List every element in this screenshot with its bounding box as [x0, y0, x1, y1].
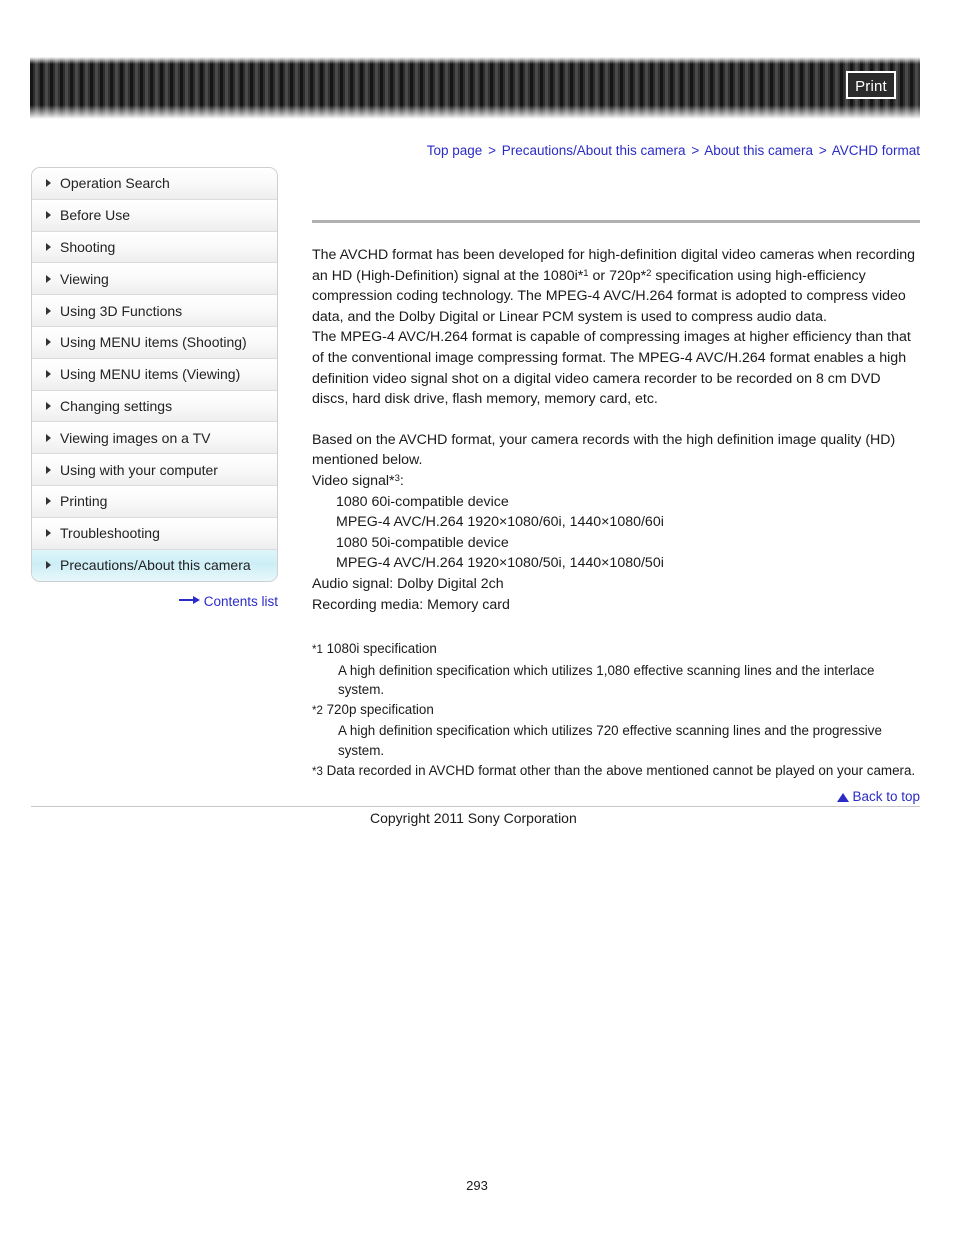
- sidebar-item-changing-settings[interactable]: Changing settings: [32, 390, 277, 423]
- sidebar-item-label: Printing: [60, 493, 108, 510]
- footnote-1-marker: *1: [312, 644, 323, 657]
- spec-line-1080-60i-device: 1080 60i-compatible device: [336, 493, 509, 510]
- triangle-right-icon: [46, 211, 51, 220]
- sidebar-item-label: Operation Search: [60, 175, 170, 192]
- triangle-right-icon: [46, 561, 51, 570]
- footnote-2-heading: *2 720p specification: [312, 700, 920, 722]
- triangle-right-icon: [46, 306, 51, 315]
- breadcrumb-item-top-page[interactable]: Top page: [427, 143, 483, 158]
- triangle-right-icon: [46, 179, 51, 188]
- recording-quality-paragraph: Based on the AVCHD format, your camera r…: [312, 431, 896, 469]
- content-top-divider: [312, 220, 920, 223]
- breadcrumb-item-about-this-camera[interactable]: About this camera: [704, 143, 813, 158]
- spec-line-mpeg4-60i: MPEG-4 AVC/H.264 1920×1080/60i, 1440×108…: [336, 514, 664, 531]
- footnote-2: *2 720p specification A high definition …: [312, 700, 920, 761]
- contents-list-link[interactable]: Contents list: [204, 594, 278, 609]
- main-content: The AVCHD format has been developed for …: [312, 220, 920, 782]
- triangle-right-icon: [46, 242, 51, 251]
- sidebar-item-label: Troubleshooting: [60, 525, 160, 542]
- sidebar-item-label: Precautions/About this camera: [60, 557, 251, 574]
- recording-media-line: Recording media: Memory card: [312, 596, 510, 613]
- footnote-3-title: Data recorded in AVCHD format other than…: [326, 762, 916, 778]
- sidebar-item-label: Using 3D Functions: [60, 302, 183, 319]
- triangle-right-icon: [46, 497, 51, 506]
- breadcrumb-item-avchd-format[interactable]: AVCHD format: [832, 143, 920, 158]
- sidebar-item-label: Before Use: [60, 207, 131, 224]
- sidebar-item-using-with-your-computer[interactable]: Using with your computer: [32, 454, 277, 486]
- triangle-up-icon: [837, 793, 850, 802]
- sidebar-item-operation-search[interactable]: Operation Search: [32, 168, 277, 200]
- video-signal-label: Video signal*: [312, 472, 395, 489]
- breadcrumb-separator: >: [488, 143, 496, 158]
- copyright-text: Copyright 2011 Sony Corporation: [370, 810, 577, 826]
- triangle-right-icon: [46, 433, 51, 442]
- sidebar-item-shooting[interactable]: Shooting: [32, 231, 277, 264]
- audio-signal-line: Audio signal: Dolby Digital 2ch: [312, 575, 504, 592]
- footnote-2-body: A high definition specification which ut…: [338, 723, 882, 759]
- sidebar-item-using-menu-items-viewing[interactable]: Using MENU items (Viewing): [32, 358, 277, 391]
- footnotes-section: *1 1080i specification A high definition…: [312, 639, 920, 782]
- sidebar-item-troubleshooting[interactable]: Troubleshooting: [32, 517, 277, 550]
- spec-line-mpeg4-50i: MPEG-4 AVC/H.264 1920×1080/50i, 1440×108…: [336, 555, 664, 572]
- video-signal-colon: :: [399, 472, 404, 489]
- arrow-right-icon: [178, 593, 201, 608]
- sidebar-item-label: Using with your computer: [60, 461, 218, 478]
- breadcrumb-separator: >: [691, 143, 700, 158]
- footnote-1-body: A high definition specification which ut…: [338, 662, 875, 698]
- footnote-1: *1 1080i specification A high definition…: [312, 639, 920, 700]
- sidebar-item-label: Viewing: [60, 270, 109, 287]
- sidebar-item-before-use[interactable]: Before Use: [32, 199, 277, 232]
- sidebar-item-label: Using MENU items (Shooting): [60, 334, 247, 351]
- sidebar-item-using-3d-functions[interactable]: Using 3D Functions: [32, 295, 277, 327]
- triangle-right-icon: [46, 370, 51, 379]
- mpeg4-paragraph: The MPEG-4 AVC/H.264 format is capable o…: [312, 329, 911, 408]
- breadcrumb-separator: >: [818, 143, 827, 158]
- sidebar-item-viewing-images-on-a-tv[interactable]: Viewing images on a TV: [32, 422, 277, 455]
- spec-line-1080-50i-device: 1080 50i-compatible device: [336, 534, 509, 551]
- page-number: 293: [466, 1178, 488, 1193]
- triangle-right-icon: [46, 401, 51, 410]
- footer-divider: [31, 806, 920, 807]
- triangle-right-icon: [46, 274, 51, 283]
- triangle-right-icon: [46, 338, 51, 347]
- back-to-top-wrapper: Back to top: [312, 789, 920, 804]
- footnote-1-title: 1080i specification: [326, 641, 437, 657]
- sidebar-item-using-menu-items-shooting[interactable]: Using MENU items (Shooting): [32, 326, 277, 359]
- print-button[interactable]: Print: [846, 71, 896, 99]
- footnote-3-marker: *3: [312, 765, 323, 778]
- video-signal-line: Video signal*3:: [312, 471, 920, 492]
- sidebar-item-label: Using MENU items (Viewing): [60, 366, 241, 383]
- footnote-3: *3 Data recorded in AVCHD format other t…: [312, 761, 920, 783]
- back-to-top-link[interactable]: Back to top: [852, 789, 920, 804]
- sidebar-item-precautions-about-this-camera[interactable]: Precautions/About this camera: [32, 549, 277, 582]
- triangle-right-icon: [46, 529, 51, 538]
- banner-stripe-pattern: [30, 57, 920, 119]
- footnote-2-title: 720p specification: [326, 701, 434, 717]
- intro-paragraph: The AVCHD format has been developed for …: [312, 245, 920, 327]
- sidebar-item-viewing[interactable]: Viewing: [32, 263, 277, 296]
- sidebar-navigation: Operation Search Before Use Shooting Vie…: [31, 167, 278, 583]
- breadcrumb-item-precautions[interactable]: Precautions/About this camera: [502, 143, 686, 158]
- breadcrumb: Top page > Precautions/About this camera…: [30, 143, 920, 158]
- footnote-1-heading: *1 1080i specification: [312, 639, 920, 661]
- sidebar-item-label: Viewing images on a TV: [60, 429, 211, 446]
- sidebar-item-printing[interactable]: Printing: [32, 485, 277, 518]
- contents-list-link-wrapper: Contents list: [31, 593, 278, 609]
- footnote-2-marker: *2: [312, 704, 323, 717]
- triangle-right-icon: [46, 465, 51, 474]
- sidebar-item-label: Shooting: [60, 238, 116, 255]
- page-banner: Print: [30, 57, 920, 119]
- intro-paragraph-part2: or 720p*: [588, 267, 647, 284]
- footnote-3-heading: *3 Data recorded in AVCHD format other t…: [312, 761, 920, 783]
- sidebar-item-label: Changing settings: [60, 397, 173, 414]
